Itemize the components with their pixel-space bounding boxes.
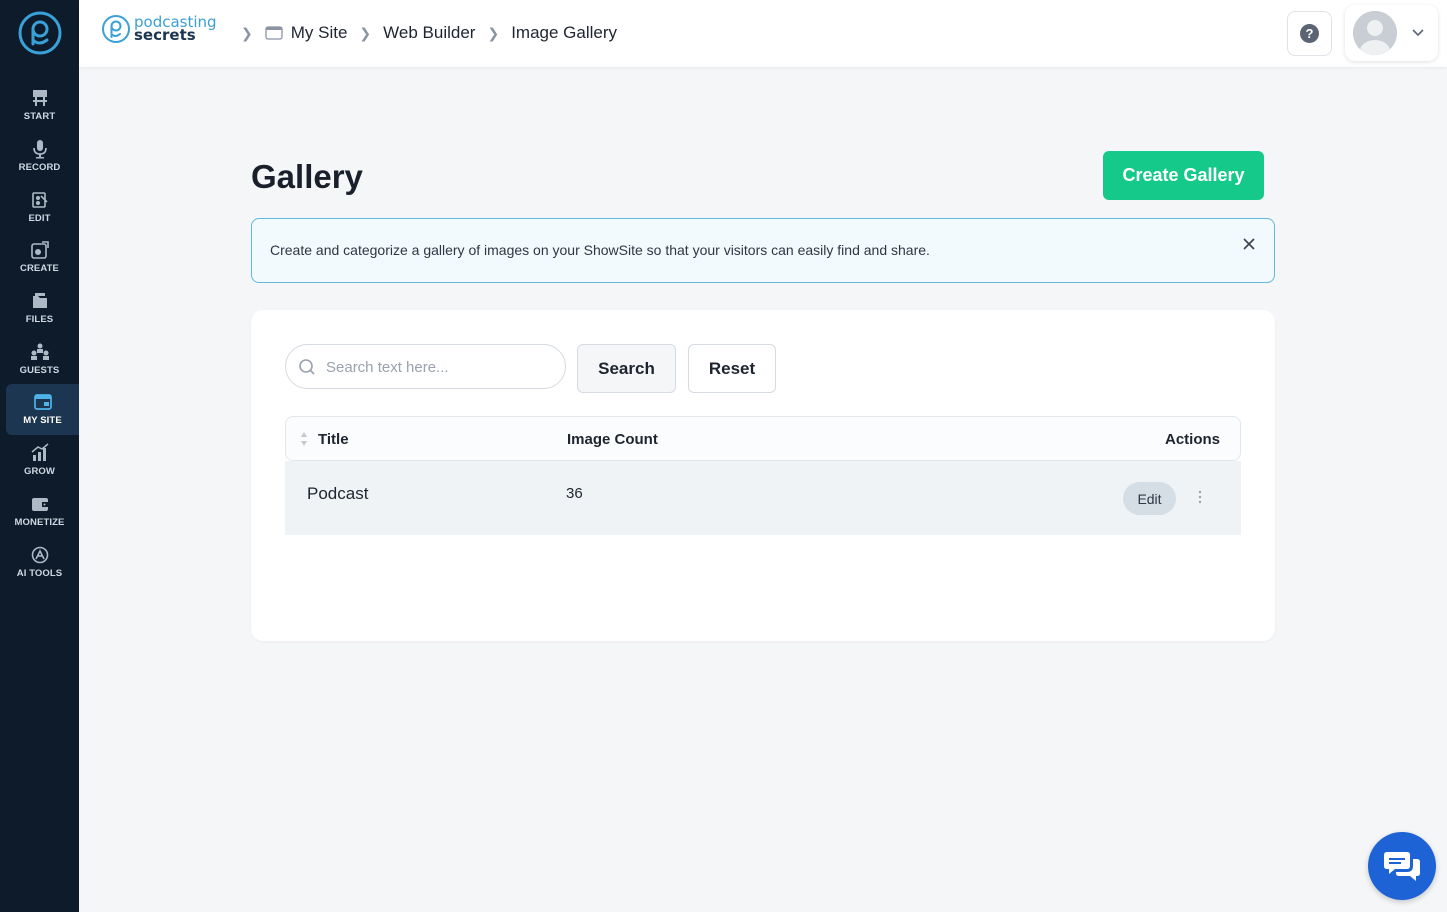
- sidebar-item-label: EDIT: [28, 212, 51, 224]
- user-silhouette-icon: [1353, 11, 1397, 55]
- breadcrumb-image-gallery: Image Gallery: [511, 23, 618, 42]
- ai-tools-icon: [31, 546, 48, 563]
- guests-icon: [30, 343, 49, 360]
- table-row: Podcast 36 Edit: [285, 461, 1241, 535]
- sidebar-item-label: GROW: [23, 466, 55, 478]
- search-field[interactable]: [285, 344, 566, 389]
- chevron-right-icon: ❯: [487, 24, 500, 41]
- sidebar-item-label: GUESTS: [19, 364, 60, 376]
- chevron-right-icon: ❯: [241, 24, 253, 41]
- column-header-image-count: Image Count: [567, 431, 658, 448]
- monetize-icon: [31, 497, 48, 511]
- sidebar-item-grow[interactable]: GROW: [0, 435, 79, 486]
- row-title: Podcast: [307, 484, 369, 503]
- sidebar-item-monetize[interactable]: MONETIZE: [0, 486, 79, 537]
- sidebar-nav: START RECORD EDIT CREATE FILES GUESTS MY…: [0, 80, 79, 587]
- sidebar-item-create[interactable]: CREATE: [0, 232, 79, 283]
- chevron-right-icon: ❯: [359, 24, 372, 41]
- files-icon: [32, 293, 47, 309]
- close-icon[interactable]: [1242, 237, 1256, 251]
- column-header-actions: Actions: [1165, 431, 1221, 448]
- sort-icon[interactable]: [300, 431, 308, 447]
- start-sign-icon: [32, 90, 47, 107]
- search-icon: [299, 359, 315, 375]
- sidebar: START RECORD EDIT CREATE FILES GUESTS MY…: [0, 0, 79, 912]
- chat-bubble-icon: [1384, 852, 1420, 881]
- sidebar-item-label: FILES: [25, 314, 54, 326]
- podcasting-secrets-logo-icon: [102, 15, 130, 43]
- sidebar-item-label: MY SITE: [23, 415, 62, 427]
- page-title: Gallery: [251, 158, 363, 195]
- search-button[interactable]: Search: [577, 344, 676, 393]
- info-banner-text: Create and categorize a gallery of image…: [270, 242, 930, 258]
- sidebar-item-label: RECORD: [18, 162, 61, 174]
- sidebar-item-label: CREATE: [20, 263, 59, 275]
- help-button[interactable]: ?: [1287, 11, 1332, 56]
- create-icon: [30, 241, 49, 260]
- sidebar-item-label: START: [23, 111, 56, 123]
- sidebar-item-files[interactable]: FILES: [0, 283, 79, 334]
- app-logo-icon[interactable]: [17, 10, 63, 56]
- sidebar-item-record[interactable]: RECORD: [0, 131, 79, 182]
- my-site-icon: [265, 26, 283, 40]
- avatar: [1353, 11, 1397, 55]
- info-banner: Create and categorize a gallery of image…: [251, 218, 1275, 283]
- user-menu-button[interactable]: [1345, 5, 1438, 61]
- brand-logo[interactable]: podcasting secrets: [101, 13, 217, 45]
- row-image-count: 36: [566, 485, 583, 502]
- edit-icon: [31, 191, 48, 208]
- search-input[interactable]: [326, 355, 554, 379]
- question-mark-icon: ?: [1300, 24, 1319, 43]
- sidebar-item-start[interactable]: START: [0, 80, 79, 131]
- microphone-icon: [32, 140, 47, 159]
- my-site-icon: [33, 394, 52, 411]
- breadcrumb: ❯ My Site ❯ Web Builder ❯ Image Gallery: [229, 20, 617, 46]
- sidebar-item-label: AI TOOLS: [16, 567, 63, 579]
- column-header-title[interactable]: Title: [318, 431, 349, 448]
- top-header: podcasting secrets ❯ My Site ❯ Web Build…: [79, 0, 1447, 67]
- gallery-card: Search Reset Title Image Count Actions P…: [251, 310, 1275, 641]
- chevron-down-icon: [1412, 29, 1424, 37]
- edit-button[interactable]: Edit: [1123, 482, 1176, 515]
- sidebar-item-label: MONETIZE: [14, 516, 65, 528]
- grow-icon: [31, 443, 48, 462]
- chat-widget-button[interactable]: [1368, 832, 1436, 900]
- reset-button[interactable]: Reset: [688, 344, 776, 393]
- sidebar-item-my-site[interactable]: MY SITE: [6, 384, 79, 435]
- breadcrumb-my-site[interactable]: My Site: [291, 23, 348, 43]
- breadcrumb-web-builder[interactable]: Web Builder: [383, 23, 475, 43]
- more-options-icon[interactable]: [1197, 489, 1203, 505]
- sidebar-item-edit[interactable]: EDIT: [0, 181, 79, 232]
- create-gallery-button[interactable]: Create Gallery: [1103, 151, 1264, 200]
- sidebar-item-guests[interactable]: GUESTS: [0, 333, 79, 384]
- table-header: Title Image Count Actions: [285, 416, 1241, 461]
- brand-text: podcasting secrets: [134, 15, 217, 43]
- sidebar-item-ai-tools[interactable]: AI TOOLS: [0, 536, 79, 587]
